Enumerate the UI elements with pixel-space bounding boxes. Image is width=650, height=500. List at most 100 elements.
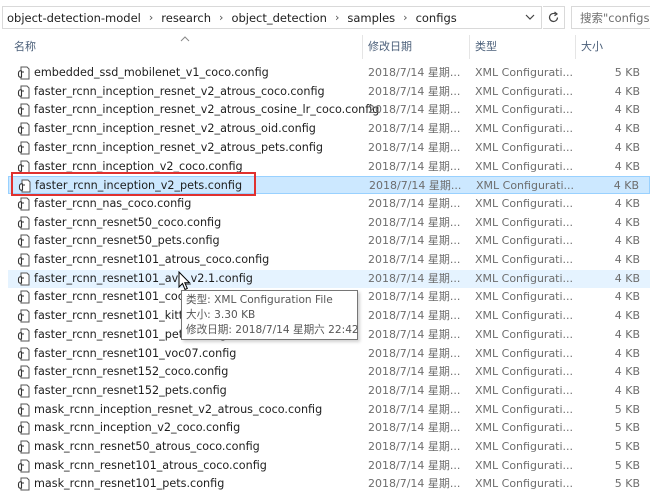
breadcrumb-item[interactable]: research xyxy=(161,11,211,25)
file-tooltip: 类型: XML Configuration File 大小: 3.30 KB 修… xyxy=(181,290,359,340)
file-row[interactable]: faster_rcnn_resnet152_coco.config 2018/7/… xyxy=(8,363,650,381)
file-type: XML Configurati... xyxy=(475,458,574,472)
file-size: 4 KB xyxy=(614,327,640,341)
file-row[interactable]: faster_rcnn_inception_resnet_v2_atrous_o… xyxy=(8,120,650,138)
breadcrumb[interactable]: object-detection-model › research › obje… xyxy=(2,6,542,29)
file-row[interactable]: faster_rcnn_inception_v2_pets.config 2018… xyxy=(8,176,650,195)
file-size: 4 KB xyxy=(614,122,640,136)
file-type: XML Configurati... xyxy=(476,179,575,193)
file-size: 5 KB xyxy=(614,421,640,435)
chevron-right-icon[interactable]: › xyxy=(219,11,223,24)
file-row[interactable]: mask_rcnn_inception_resnet_v2_atrous_coc… xyxy=(8,401,650,419)
chevron-right-icon[interactable]: › xyxy=(335,11,339,24)
breadcrumb-item[interactable]: object_detection xyxy=(231,11,327,25)
file-name: mask_rcnn_resnet101_atrous_coco.config xyxy=(34,458,267,472)
config-file-icon xyxy=(17,421,30,435)
file-row[interactable]: mask_rcnn_resnet50_atrous_coco.config 201… xyxy=(8,438,650,456)
file-type: XML Configurati... xyxy=(475,290,574,304)
file-size: 5 KB xyxy=(614,458,640,472)
chevron-down-icon[interactable] xyxy=(524,11,536,23)
address-bar: object-detection-model › research › obje… xyxy=(0,0,650,35)
config-file-icon xyxy=(17,440,30,454)
file-name: faster_rcnn_inception_resnet_v2_atrous_c… xyxy=(34,84,325,98)
file-name: faster_rcnn_resnet152_coco.config xyxy=(34,365,229,379)
column-type-header[interactable]: 类型 xyxy=(469,35,575,59)
file-size: 5 KB xyxy=(614,66,640,79)
file-date: 2018/7/14 星期... xyxy=(368,440,461,453)
config-file-icon xyxy=(18,179,31,193)
breadcrumb-item[interactable]: samples xyxy=(347,11,395,25)
file-size: 4 KB xyxy=(614,159,640,173)
file-size: 4 KB xyxy=(614,215,640,229)
config-file-icon xyxy=(17,384,30,398)
config-file-icon xyxy=(17,103,30,117)
file-size: 4 KB xyxy=(614,234,640,248)
file-size: 4 KB xyxy=(614,140,640,154)
file-row[interactable]: faster_rcnn_resnet101_atrous_coco.config… xyxy=(8,251,650,269)
file-date: 2018/7/14 星期... xyxy=(368,159,461,173)
file-name: faster_rcnn_resnet101_ava_v2.1.config xyxy=(34,271,253,285)
file-date: 2018/7/14 星期... xyxy=(368,103,461,117)
file-row[interactable]: mask_rcnn_resnet101_pets.config 2018/7/14… xyxy=(8,475,650,493)
file-date: 2018/7/14 星期... xyxy=(368,477,461,491)
chevron-right-icon[interactable]: › xyxy=(149,11,153,24)
config-file-icon xyxy=(17,160,30,173)
file-date: 2018/7/14 星期... xyxy=(368,458,461,472)
config-file-icon xyxy=(17,272,30,286)
file-size: 5 KB xyxy=(614,477,640,491)
file-row[interactable]: faster_rcnn_resnet101_voc07.config 2018/7… xyxy=(8,345,650,363)
file-size: 4 KB xyxy=(614,290,640,304)
file-name: faster_rcnn_nas_coco.config xyxy=(34,196,192,210)
file-size: 4 KB xyxy=(614,253,640,266)
file-row[interactable]: faster_rcnn_resnet50_coco.config 2018/7/1… xyxy=(8,214,650,232)
file-type: XML Configurati... xyxy=(475,271,574,285)
file-name: mask_rcnn_resnet101_pets.config xyxy=(34,477,225,491)
breadcrumb-item[interactable]: object-detection-model xyxy=(7,11,141,25)
file-type: XML Configurati... xyxy=(475,440,574,453)
file-name: faster_rcnn_resnet50_pets.config xyxy=(34,234,220,248)
chevron-right-icon[interactable]: › xyxy=(403,11,407,24)
file-type: XML Configurati... xyxy=(475,327,574,341)
config-file-icon xyxy=(17,459,30,473)
breadcrumb-item[interactable]: configs xyxy=(416,11,457,25)
file-row[interactable]: mask_rcnn_resnet101_atrous_coco.config 20… xyxy=(8,457,650,475)
config-file-icon xyxy=(17,403,30,417)
file-date: 2018/7/14 星期... xyxy=(368,234,461,248)
file-row[interactable]: faster_rcnn_resnet152_pets.config 2018/7/… xyxy=(8,382,650,400)
column-size-header[interactable]: 大小 xyxy=(575,35,650,59)
file-date: 2018/7/14 星期... xyxy=(368,402,461,416)
config-file-icon xyxy=(17,234,30,248)
file-date: 2018/7/14 星期... xyxy=(369,179,462,193)
config-file-icon xyxy=(17,347,30,360)
file-date: 2018/7/14 星期... xyxy=(368,290,461,304)
search-input[interactable]: 搜索"configs" xyxy=(571,6,650,29)
file-type: XML Configurati... xyxy=(475,66,574,79)
column-date-header[interactable]: 修改日期 xyxy=(362,35,469,59)
file-row[interactable]: embedded_ssd_mobilenet_v1_coco.config 201… xyxy=(8,64,650,82)
file-row[interactable]: faster_rcnn_nas_coco.config 2018/7/14 星期.… xyxy=(8,195,650,213)
tooltip-date: 修改日期: 2018/7/14 星期六 22:42 xyxy=(186,324,359,336)
file-date: 2018/7/14 星期... xyxy=(368,383,461,397)
file-row[interactable]: faster_rcnn_resnet101_ava_v2.1.config 201… xyxy=(8,269,650,288)
file-date: 2018/7/14 星期... xyxy=(368,66,461,79)
file-row[interactable]: faster_rcnn_inception_resnet_v2_atrous_p… xyxy=(8,139,650,157)
file-name: mask_rcnn_inception_resnet_v2_atrous_coc… xyxy=(34,402,323,416)
file-size: 4 KB xyxy=(614,196,640,210)
file-row[interactable]: faster_rcnn_inception_resnet_v2_atrous_c… xyxy=(8,101,650,119)
file-row[interactable]: faster_rcnn_inception_v2_coco.config 2018… xyxy=(8,158,650,176)
refresh-button[interactable] xyxy=(543,6,565,29)
file-row[interactable]: faster_rcnn_resnet50_pets.config 2018/7/1… xyxy=(8,232,650,250)
file-name: mask_rcnn_inception_v2_coco.config xyxy=(34,421,241,435)
file-type: XML Configurati... xyxy=(475,140,574,154)
file-row[interactable]: faster_rcnn_inception_resnet_v2_atrous_c… xyxy=(8,83,650,101)
file-row[interactable]: mask_rcnn_inception_v2_coco.config 2018/7… xyxy=(8,419,650,437)
tooltip-size: 大小: 3.30 KB xyxy=(186,309,256,321)
file-date: 2018/7/14 星期... xyxy=(368,253,461,266)
sort-ascending-icon xyxy=(180,36,190,42)
config-file-icon xyxy=(17,197,30,211)
config-file-icon xyxy=(17,365,30,379)
config-file-icon xyxy=(17,328,30,342)
config-file-icon xyxy=(17,85,30,99)
file-size: 5 KB xyxy=(614,402,640,416)
file-date: 2018/7/14 星期... xyxy=(368,309,461,323)
